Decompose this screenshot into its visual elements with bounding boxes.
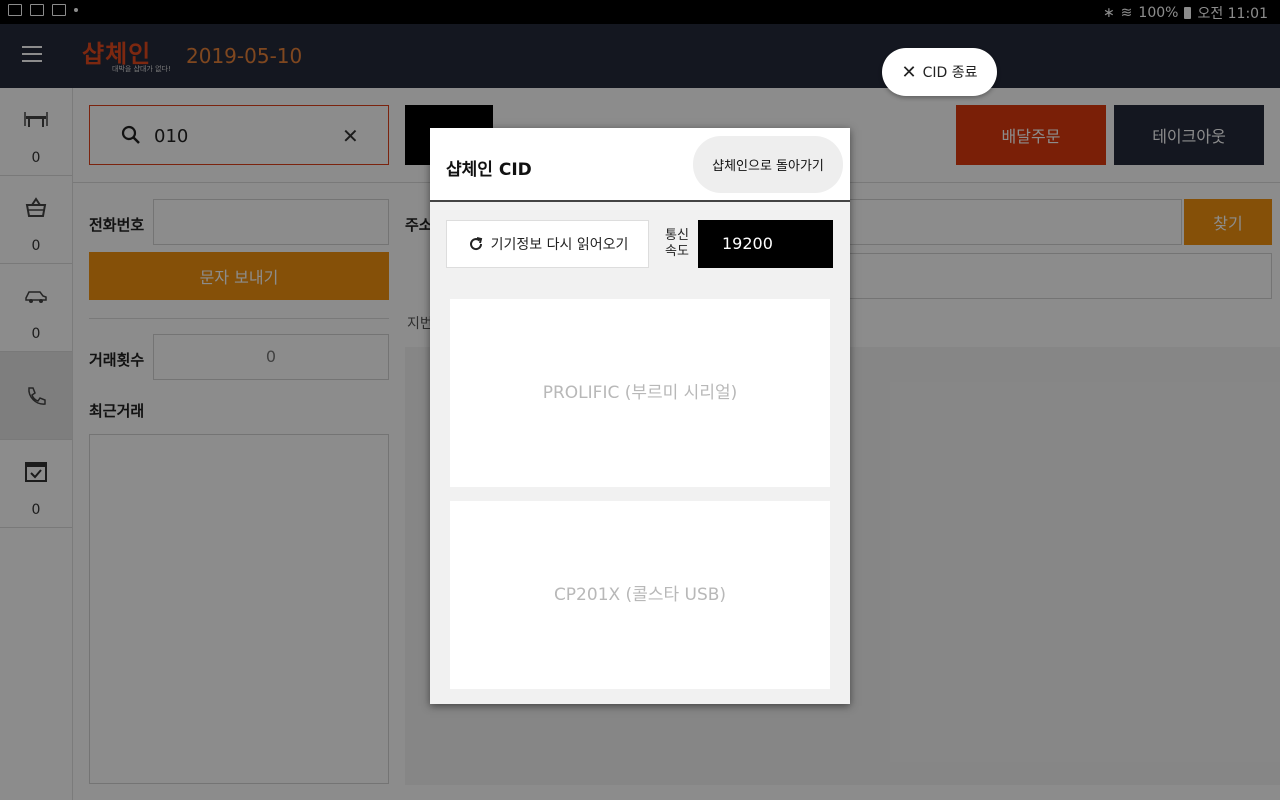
device-item[interactable]: PROLIFIC (부르미 시리얼) bbox=[450, 299, 830, 487]
reload-device-info-button[interactable]: 기기정보 다시 읽어오기 bbox=[446, 220, 649, 268]
cid-dialog: 샵체인 CID 샵체인으로 돌아가기 기기정보 다시 읽어오기 통신 속도 19… bbox=[430, 128, 850, 704]
cid-close-label: CID 종료 bbox=[922, 65, 978, 81]
refresh-icon bbox=[469, 237, 482, 251]
dialog-header: 샵체인 CID 샵체인으로 돌아가기 bbox=[430, 128, 850, 202]
back-to-shopchain-button[interactable]: 샵체인으로 돌아가기 bbox=[693, 136, 843, 193]
cid-close-button[interactable]: ✕ CID 종료 bbox=[882, 48, 997, 96]
reload-label: 기기정보 다시 읽어오기 bbox=[490, 237, 629, 253]
device-item[interactable]: CP201X (콜스타 USB) bbox=[450, 501, 830, 689]
baud-rate-label: 통신 속도 bbox=[665, 228, 689, 259]
close-icon: ✕ bbox=[901, 61, 917, 83]
baud-rate-field[interactable]: 19200 bbox=[698, 220, 833, 268]
dialog-title: 샵체인 CID bbox=[446, 160, 532, 180]
